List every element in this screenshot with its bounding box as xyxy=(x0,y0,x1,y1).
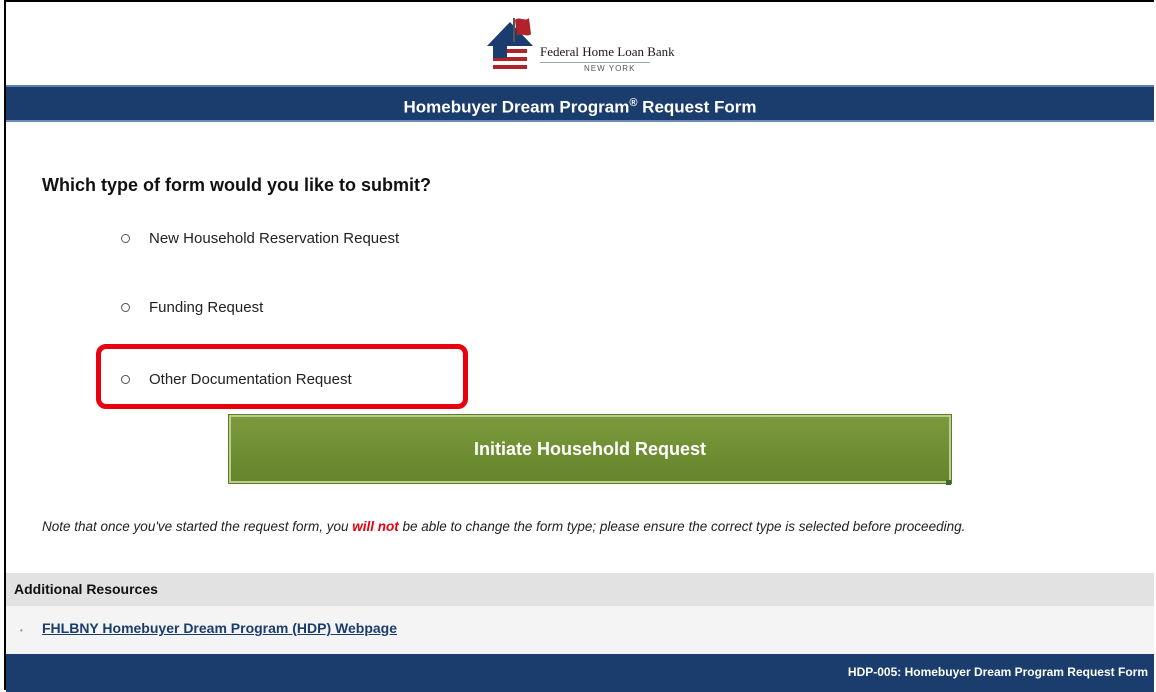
note-text-before: Note that once you've started the reques… xyxy=(42,519,353,534)
page-title-text: Homebuyer Dream Program xyxy=(403,97,630,117)
initiate-household-request-button[interactable]: Initiate Household Request xyxy=(228,414,952,484)
footer-bar: HDP-005: Homebuyer Dream Program Request… xyxy=(6,654,1154,692)
hdp-webpage-link[interactable]: FHLBNY Homebuyer Dream Program (HDP) Web… xyxy=(42,620,397,636)
form-frame: Federal Home Loan Bank NEW YORK Homebuye… xyxy=(4,0,1154,692)
option-label: Funding Request xyxy=(149,299,264,316)
option-label: New Household Reservation Request xyxy=(149,230,400,247)
logo-area: Federal Home Loan Bank NEW YORK xyxy=(6,4,1154,76)
logo-name: Federal Home Loan Bank xyxy=(540,44,675,59)
form-type-note: Note that once you've started the reques… xyxy=(42,516,1132,538)
radio-icon[interactable] xyxy=(121,303,130,312)
note-warning: will not xyxy=(352,519,399,534)
additional-resources-header: Additional Resources xyxy=(6,573,1154,606)
option-funding-request[interactable]: Funding Request xyxy=(121,299,263,316)
resource-list-item: • FHLBNY Homebuyer Dream Program (HDP) W… xyxy=(6,606,1154,654)
logo-location: NEW YORK xyxy=(584,64,636,73)
highlight-box xyxy=(96,344,468,409)
option-new-household-reservation[interactable]: New Household Reservation Request xyxy=(121,230,399,247)
logo-divider xyxy=(540,62,650,63)
button-resize-handle xyxy=(946,480,951,485)
footer-form-id: HDP-005: Homebuyer Dream Program Request… xyxy=(847,665,1148,679)
page-title: Homebuyer Dream Program® Request Form xyxy=(6,85,1154,122)
form-type-question: Which type of form would you like to sub… xyxy=(42,175,431,195)
page-title-suffix: Request Form xyxy=(637,97,757,117)
radio-icon[interactable] xyxy=(121,234,130,243)
note-text-after: be able to change the form type; please … xyxy=(398,519,966,534)
house-flag-logo-icon xyxy=(487,18,533,72)
bullet-icon: • xyxy=(20,626,23,635)
